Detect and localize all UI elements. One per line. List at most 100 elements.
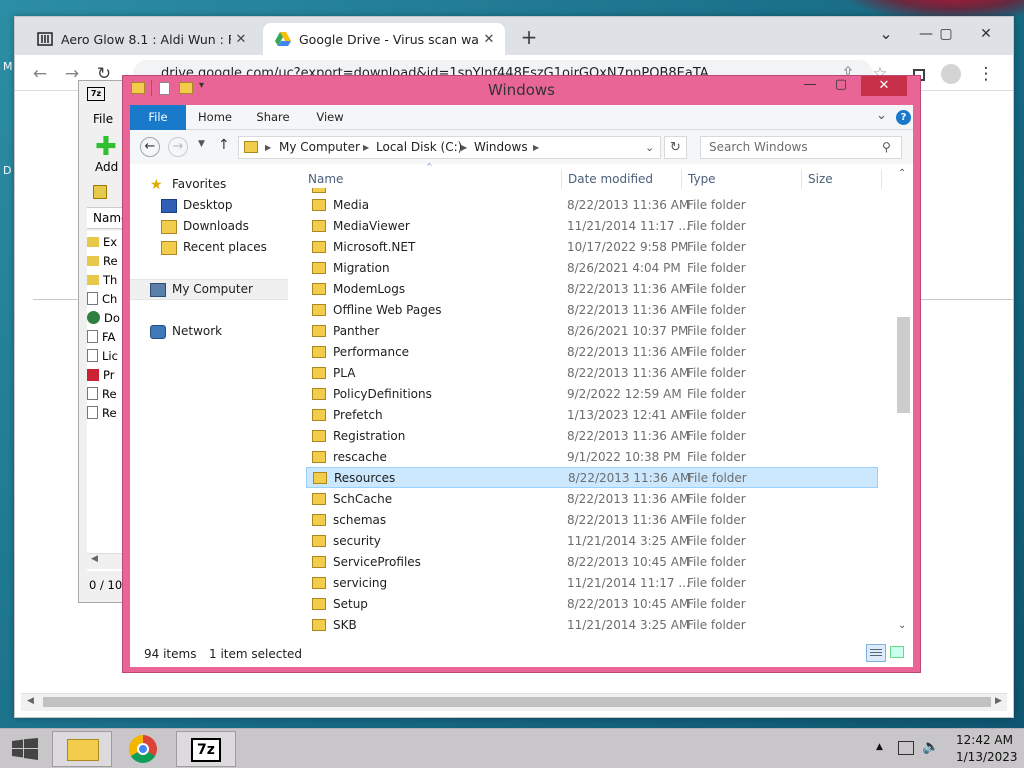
search-input[interactable]: Search Windows — [700, 136, 902, 159]
nav-recent-places[interactable]: Recent places — [130, 237, 296, 258]
address-bar[interactable]: ▶ My Computer ▶ Local Disk (C:) ▶ Window… — [238, 136, 661, 159]
breadcrumb-local-disk[interactable]: Local Disk (C:) — [376, 137, 462, 158]
nav-desktop[interactable]: Desktop — [130, 195, 296, 216]
nav-favorites[interactable]: ★ Favorites — [130, 174, 296, 195]
file-row[interactable]: Resources 8/22/2013 11:36 AM File folder — [306, 467, 878, 488]
file-type: File folder — [687, 281, 746, 296]
close-tab-icon[interactable]: ✕ — [231, 32, 251, 47]
file-row[interactable]: Registration 8/22/2013 11:36 AM File folde… — [306, 425, 878, 446]
large-icons-view-icon[interactable] — [890, 646, 904, 658]
close-button[interactable]: ✕ — [861, 76, 907, 96]
add-plus-icon[interactable]: ✚ — [95, 134, 117, 160]
scroll-left-icon[interactable]: ◀ — [27, 696, 34, 706]
file-rows: Media 8/22/2013 11:36 AM File folder MediaV… — [296, 194, 886, 634]
close-window-button[interactable]: ✕ — [963, 17, 1009, 51]
taskbar-explorer-button[interactable] — [52, 731, 112, 767]
column-header-date[interactable]: Date modified — [562, 169, 682, 189]
file-row[interactable]: PolicyDefinitions 9/2/2022 12:59 AM File f… — [306, 383, 878, 404]
file-type: File folder — [687, 449, 746, 464]
file-list: ^ Name Date modified Type Size Media 8/22… — [296, 162, 912, 637]
tab-google-drive[interactable]: Google Drive - Virus scan warnin ✕ — [263, 23, 505, 55]
folder-icon — [312, 597, 326, 610]
profile-avatar-icon[interactable] — [941, 64, 961, 84]
google-drive-icon — [275, 31, 291, 47]
up-button[interactable]: ↑ — [218, 137, 230, 153]
file-row[interactable]: servicing 11/21/2014 11:17 ... File folder — [306, 572, 878, 593]
column-header-name[interactable]: Name — [302, 169, 562, 189]
back-button[interactable]: ← — [27, 61, 53, 87]
tab-aero-glow[interactable]: Aero Glow 8.1 : Aldi Wun : Free D ✕ — [25, 23, 257, 55]
folder-icon — [312, 366, 326, 379]
chevron-down-icon[interactable]: ⌄ — [645, 137, 654, 158]
file-row[interactable]: SchCache 8/22/2013 11:36 AM File folder — [306, 488, 878, 509]
clock-date[interactable]: 1/13/2023 — [956, 750, 1018, 764]
file-date: 8/22/2013 10:45 AM — [567, 596, 690, 611]
chrome-menu-icon[interactable]: ⋮ — [973, 61, 999, 87]
folder-icon — [67, 739, 99, 761]
expand-ribbon-icon[interactable]: ⌄ — [876, 108, 887, 123]
horizontal-scrollbar[interactable]: ◀ ▶ — [21, 693, 1007, 711]
file-type: File folder — [687, 260, 746, 275]
volume-icon[interactable]: 🔈 — [922, 739, 939, 755]
tab-view[interactable]: View — [310, 105, 350, 130]
file-row[interactable]: Microsoft.NET 10/17/2022 9:58 PM File fold… — [306, 236, 878, 257]
file-row[interactable]: PLA 8/22/2013 11:36 AM File folder — [306, 362, 878, 383]
column-header-size[interactable]: Size — [802, 169, 882, 189]
nav-network[interactable]: Network — [130, 321, 296, 342]
tab-file[interactable]: File — [130, 105, 186, 130]
title-bar[interactable]: ▾ Windows — ▢ ✕ — [123, 76, 920, 104]
up-folder-icon[interactable] — [93, 185, 107, 199]
maximize-button[interactable]: ▢ — [825, 76, 857, 96]
file-row[interactable]: Setup 8/22/2013 10:45 AM File folder — [306, 593, 878, 614]
scrollbar-thumb[interactable] — [43, 697, 991, 707]
new-tab-button[interactable]: + — [515, 24, 543, 52]
tab-home[interactable]: Home — [194, 105, 236, 130]
vertical-scrollbar[interactable]: ⌃ ⌄ — [895, 164, 912, 637]
help-icon[interactable]: ? — [896, 110, 911, 125]
nav-my-computer[interactable]: My Computer — [130, 279, 288, 300]
file-row[interactable]: Offline Web Pages 8/22/2013 11:36 AM File … — [306, 299, 878, 320]
recent-locations-icon[interactable]: ▼ — [198, 139, 205, 149]
details-view-icon[interactable] — [866, 644, 886, 662]
scrollbar-thumb[interactable] — [897, 317, 910, 413]
column-header-type[interactable]: Type — [682, 169, 802, 189]
file-row[interactable]: Migration 8/26/2021 4:04 PM File folder — [306, 257, 878, 278]
back-button[interactable]: ← — [140, 137, 160, 157]
close-tab-icon[interactable]: ✕ — [479, 32, 499, 47]
file-date: 8/22/2013 11:36 AM — [567, 491, 690, 506]
windows-logo-icon — [12, 738, 38, 760]
file-row[interactable]: ServiceProfiles 8/22/2013 10:45 AM File fo… — [306, 551, 878, 572]
file-row[interactable]: Prefetch 1/13/2023 12:41 AM File folder — [306, 404, 878, 425]
file-row[interactable]: rescache 9/1/2022 10:38 PM File folder — [306, 446, 878, 467]
file-name: MediaViewer — [333, 218, 410, 233]
taskbar-chrome-button[interactable] — [114, 731, 174, 767]
menu-file[interactable]: File — [93, 112, 113, 126]
breadcrumb-my-computer[interactable]: My Computer — [279, 137, 360, 158]
file-row[interactable]: ModemLogs 8/22/2013 11:36 AM File folder — [306, 278, 878, 299]
file-row[interactable]: Panther 8/26/2021 10:37 PM File folder — [306, 320, 878, 341]
breadcrumb-windows[interactable]: Windows — [474, 137, 528, 158]
file-row[interactable]: Media 8/22/2013 11:36 AM File folder — [306, 194, 878, 215]
clock-time[interactable]: 12:42 AM — [956, 733, 1013, 747]
file-row[interactable]: Performance 8/22/2013 11:36 AM File folder — [306, 341, 878, 362]
action-center-icon[interactable] — [898, 741, 914, 755]
taskbar-7zip-button[interactable]: 7z — [176, 731, 236, 767]
file-row[interactable]: security 11/21/2014 3:25 AM File folder — [306, 530, 878, 551]
nav-downloads[interactable]: Downloads — [130, 216, 296, 237]
add-label[interactable]: Add — [95, 160, 118, 174]
minimize-button[interactable]: — — [795, 76, 825, 96]
file-type: File folder — [687, 344, 746, 359]
file-row[interactable]: schemas 8/22/2013 11:36 AM File folder — [306, 509, 878, 530]
forward-button[interactable]: → — [168, 137, 188, 157]
start-button[interactable] — [12, 738, 38, 760]
file-row[interactable]: SKB 11/21/2014 3:25 AM File folder — [306, 614, 878, 634]
file-row[interactable]: MediaViewer 11/21/2014 11:17 ... File fold… — [306, 215, 878, 236]
refresh-button[interactable]: ↻ — [664, 136, 687, 159]
file-date: 11/21/2014 3:25 AM — [567, 533, 690, 548]
scroll-down-icon[interactable]: ⌄ — [898, 620, 906, 631]
show-hidden-icons-icon[interactable]: ▲ — [876, 742, 883, 752]
tab-share[interactable]: Share — [250, 105, 296, 130]
file-type: File folder — [687, 575, 746, 590]
scroll-up-icon[interactable]: ⌃ — [898, 168, 906, 179]
scroll-right-icon[interactable]: ▶ — [995, 696, 1002, 706]
